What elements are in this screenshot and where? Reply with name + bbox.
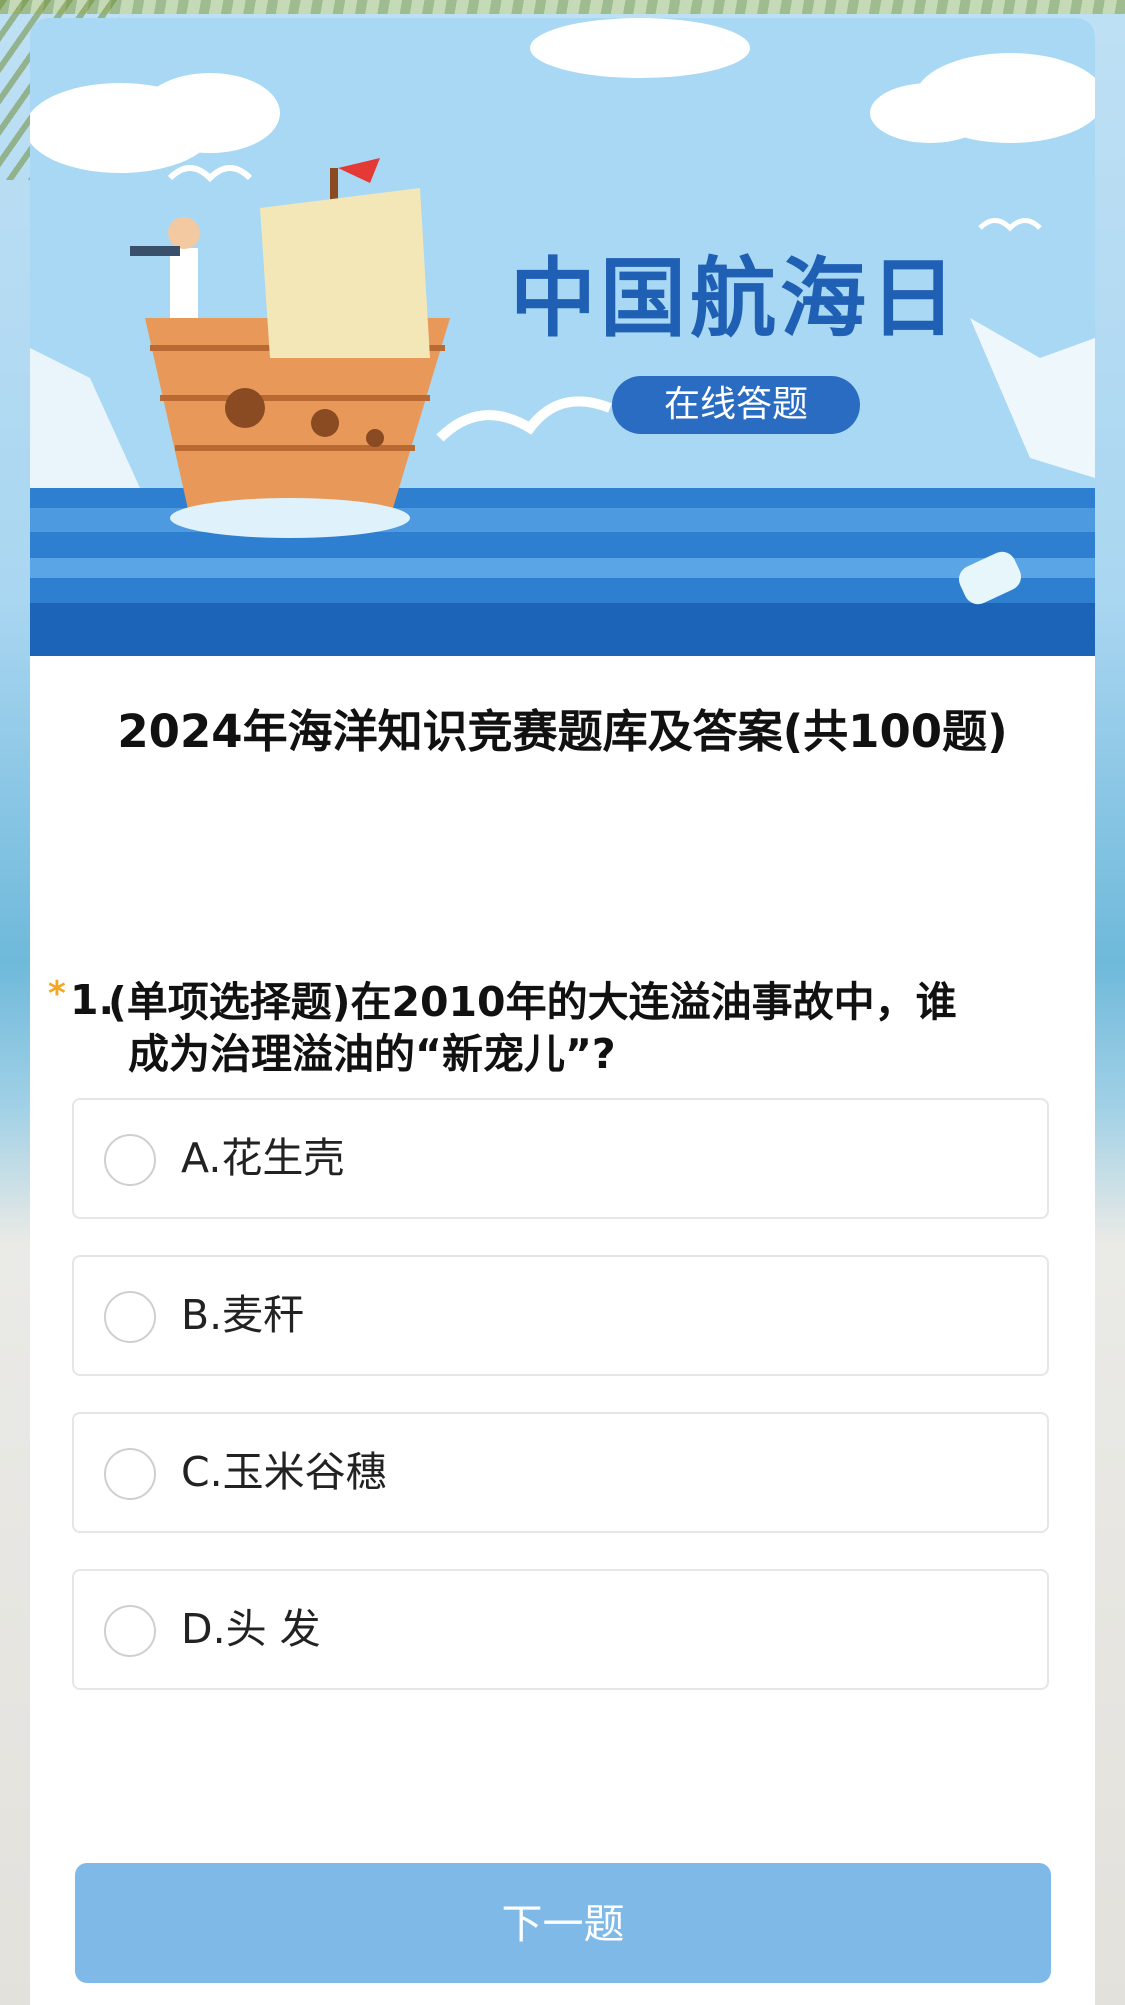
banner: 中国航海日 在线答题 <box>30 18 1095 656</box>
next-question-button[interactable]: 下一题 <box>75 1863 1051 1983</box>
option-b[interactable]: B.麦秆 <box>72 1255 1049 1376</box>
question-text-line1: (单项选择题)在2010年的大连溢油事故中，谁 <box>108 978 957 1026</box>
option-label: A.花生壳 <box>181 1134 345 1182</box>
quiz-card: 中国航海日 在线答题 2024年海洋知识竞赛题库及答案(共100题) * 1. … <box>30 18 1095 2005</box>
question-text: (单项选择题)在2010年的大连溢油事故中，谁 成为治理溢油的“新宠儿”? <box>108 976 1088 1080</box>
option-d[interactable]: D.头 发 <box>72 1569 1049 1690</box>
option-a[interactable]: A.花生壳 <box>72 1098 1049 1219</box>
question-text-line2: 成为治理溢油的“新宠儿”? <box>128 1030 616 1078</box>
option-label: D.头 发 <box>181 1605 321 1653</box>
banner-title: 中国航海日 <box>510 249 960 349</box>
radio-button[interactable] <box>104 1605 156 1657</box>
option-label: B.麦秆 <box>181 1291 305 1339</box>
banner-badge: 在线答题 <box>612 376 860 434</box>
option-label: C.玉米谷穗 <box>181 1448 387 1496</box>
required-asterisk: * <box>48 974 66 1014</box>
background-palm-leaves <box>0 0 1125 14</box>
radio-button[interactable] <box>104 1134 156 1186</box>
radio-button[interactable] <box>104 1291 156 1343</box>
radio-button[interactable] <box>104 1448 156 1500</box>
option-c[interactable]: C.玉米谷穗 <box>72 1412 1049 1533</box>
page-title: 2024年海洋知识竞赛题库及答案(共100题) <box>117 705 1008 758</box>
